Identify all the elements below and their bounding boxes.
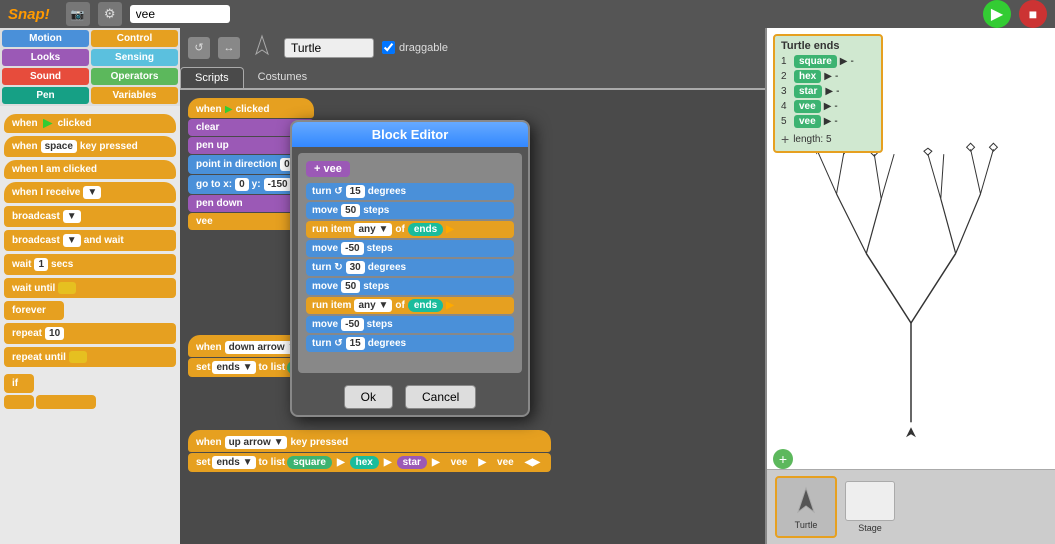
turtle-row-3: 3 star ▶ - (781, 85, 875, 98)
palette-blocks-list: when clicked when space key pressed when… (0, 106, 180, 544)
block-repeat-until[interactable]: repeat until (4, 347, 176, 367)
turtle-row-1: 1 square ▶ - (781, 55, 875, 68)
be-block-run1[interactable]: run item any ▼ of ends ▶ (306, 221, 514, 238)
be-block-move1[interactable]: move 50 steps (306, 202, 514, 219)
turtle-row-5: 5 vee ▶ - (781, 115, 875, 128)
stage-area: Turtle ends 1 square ▶ - 2 hex ▶ - 3 sta… (765, 28, 1055, 544)
block-editor-body[interactable]: + vee turn ↺ 15 degrees move 50 steps ru… (298, 153, 522, 373)
be-block-move4[interactable]: move -50 steps (306, 316, 514, 333)
category-variables[interactable]: Variables (91, 87, 178, 104)
scripts-area: ↺ ↔ draggable Scripts Costumes when clic… (180, 28, 765, 544)
be-block-turn2[interactable]: turn ↻ 30 degrees (306, 259, 514, 276)
snap-logo: Snap! (8, 6, 50, 23)
tab-scripts[interactable]: Scripts (180, 67, 244, 88)
be-block-move3[interactable]: move 50 steps (306, 278, 514, 295)
block-wait-secs[interactable]: wait 1 secs (4, 254, 176, 275)
turtle-panel-title: Turtle ends (781, 40, 875, 52)
project-name-input[interactable]: vee (130, 5, 230, 23)
category-motion[interactable]: Motion (2, 30, 89, 47)
be-block-turn3[interactable]: turn ↺ 15 degrees (306, 335, 514, 352)
categories: Motion Control Looks Sensing Sound Opera… (0, 28, 180, 106)
turtle-item-vee1[interactable]: vee (794, 100, 821, 113)
block-when-clicked[interactable]: when clicked (4, 114, 176, 133)
block-if-container: if (4, 374, 176, 409)
cancel-button[interactable]: Cancel (405, 385, 476, 409)
block-editor-dialog: Block Editor + vee turn ↺ 15 degrees mov… (290, 120, 530, 417)
ok-button[interactable]: Ok (344, 385, 393, 409)
be-block-run2[interactable]: run item any ▼ of ends ▶ (306, 297, 514, 314)
rotate-left-icon[interactable]: ↺ (188, 37, 210, 59)
turtle-length: length: 5 (793, 134, 831, 145)
tab-costumes[interactable]: Costumes (244, 67, 322, 88)
draggable-checkbox[interactable] (382, 41, 395, 54)
block-editor-footer: Ok Cancel (292, 379, 528, 415)
script-group-3: when up arrow ▼ key pressed set ends ▼ t… (188, 430, 551, 472)
block-if-sub2[interactable] (36, 395, 96, 409)
block-def-vee[interactable]: + vee (306, 161, 514, 177)
arrows-icon[interactable]: ↔ (218, 37, 240, 59)
be-block-turn1[interactable]: turn ↺ 15 degrees (306, 183, 514, 200)
category-looks[interactable]: Looks (2, 49, 89, 66)
category-sensing[interactable]: Sensing (91, 49, 178, 66)
turtle-item-hex[interactable]: hex (794, 70, 821, 83)
block-editor-title: Block Editor (292, 122, 528, 147)
turtle-add-row: + length: 5 (781, 131, 875, 147)
turtle-item-vee2[interactable]: vee (794, 115, 821, 128)
category-sound[interactable]: Sound (2, 68, 89, 85)
block-hat-up-arrow[interactable]: when up arrow ▼ key pressed (188, 430, 551, 452)
turtle-add-btn[interactable]: + (781, 131, 789, 147)
turtle-sprite-image (788, 484, 824, 520)
stage-thumbnail[interactable] (845, 481, 895, 521)
settings-icon[interactable]: ⚙ (98, 2, 122, 26)
green-flag-button[interactable]: ▶ (983, 0, 1011, 28)
scripts-canvas[interactable]: when clicked clear pen up point in direc… (180, 90, 765, 544)
turtle-item-star[interactable]: star (794, 85, 822, 98)
main-area: Motion Control Looks Sensing Sound Opera… (0, 28, 1055, 544)
block-broadcast[interactable]: broadcast ▼ (4, 206, 176, 227)
be-block-move2[interactable]: move -50 steps (306, 240, 514, 257)
add-sprite-button[interactable]: + (773, 449, 793, 469)
blocks-palette: Motion Control Looks Sensing Sound Opera… (0, 28, 180, 544)
turtle-row-4: 4 vee ▶ - (781, 100, 875, 113)
sprite-image-area (248, 32, 276, 63)
block-if[interactable]: if (4, 374, 34, 393)
sprite-controls: ↺ ↔ draggable (180, 28, 765, 67)
turtle-sprite-label: Turtle (795, 520, 818, 530)
block-when-clicked-sprite[interactable]: when I am clicked (4, 160, 176, 179)
sprite-turtle-icon (248, 32, 276, 60)
stop-button[interactable]: ■ (1019, 0, 1047, 28)
if-sub-blocks (4, 395, 176, 409)
draggable-label[interactable]: draggable (382, 41, 448, 54)
turtle-item-square[interactable]: square (794, 55, 837, 68)
sprite-name-input[interactable] (284, 38, 374, 58)
block-forever[interactable]: forever (4, 301, 64, 320)
block-broadcast-wait[interactable]: broadcast ▼ and wait (4, 230, 176, 251)
stage-label: Stage (858, 523, 882, 533)
topbar: Snap! 📷 ⚙ vee ▶ ■ (0, 0, 1055, 28)
block-if-sub1[interactable] (4, 395, 34, 409)
camera-icon[interactable]: 📷 (66, 2, 90, 26)
block-wait-until[interactable]: wait until (4, 278, 176, 298)
sprite-thumbnail-turtle[interactable]: Turtle (775, 476, 837, 538)
block-repeat[interactable]: repeat 10 (4, 323, 176, 344)
turtle-ends-panel: Turtle ends 1 square ▶ - 2 hex ▶ - 3 sta… (773, 34, 883, 153)
script-tabs: Scripts Costumes (180, 67, 765, 90)
block-hat-clicked[interactable]: when clicked (188, 98, 314, 118)
turtle-row-2: 2 hex ▶ - (781, 70, 875, 83)
category-pen[interactable]: Pen (2, 87, 89, 104)
block-when-key-pressed[interactable]: when space key pressed (4, 136, 176, 157)
stage-thumbnail-container: Stage (845, 481, 895, 533)
block-when-receive[interactable]: when I receive ▼ (4, 182, 176, 203)
block-set-ends-2[interactable]: set ends ▼ to list square▶ hex▶ star▶ ve… (188, 453, 551, 472)
category-control[interactable]: Control (91, 30, 178, 47)
stage-bottom: Turtle Stage (767, 469, 1055, 544)
category-operators[interactable]: Operators (91, 68, 178, 85)
